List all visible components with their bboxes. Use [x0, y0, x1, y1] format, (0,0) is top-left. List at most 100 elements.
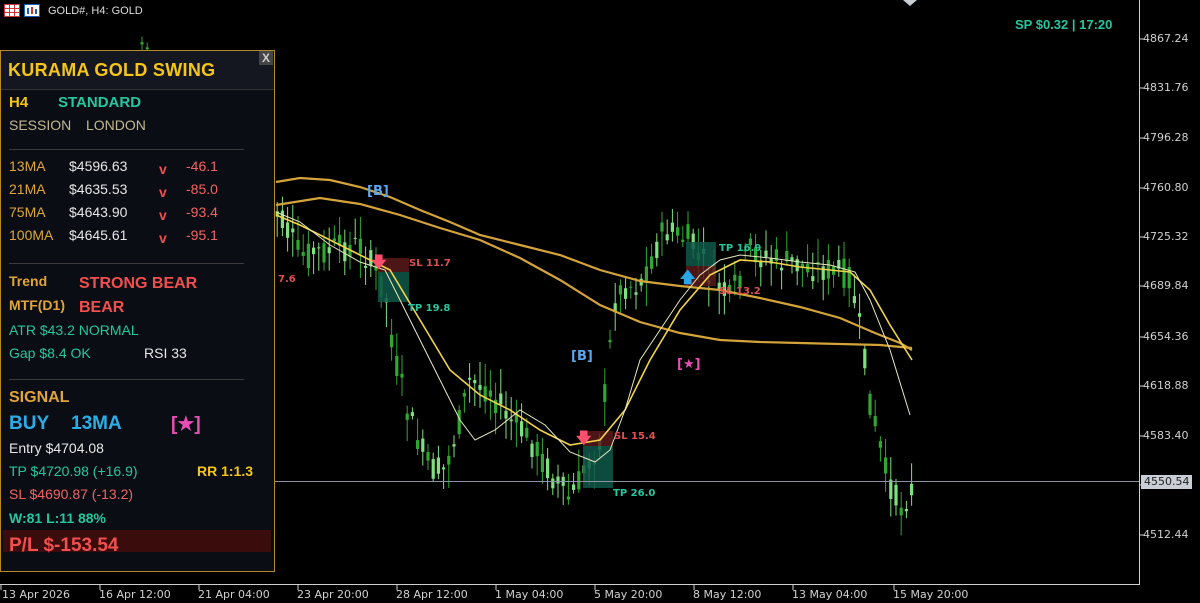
candle-body: [478, 384, 482, 390]
candle-body: [327, 247, 331, 254]
price-tick-label: 4867.24: [1143, 32, 1189, 45]
candle-body: [904, 509, 908, 512]
buy-marker-b1: [B]: [367, 184, 389, 199]
candle-body: [686, 224, 690, 239]
candle-body: [665, 234, 669, 241]
candle-body: [410, 412, 414, 417]
date-tick-label: 28 Apr 12:00: [396, 588, 468, 601]
rsi-value: RSI 33: [144, 345, 187, 361]
tp-label-3: TP 16.9: [719, 243, 762, 254]
candle-body: [681, 239, 685, 242]
ma-name: 13MA: [9, 158, 46, 174]
price-tick-label: 4654.36: [1143, 330, 1189, 343]
price-tick-label: 4760.80: [1143, 181, 1189, 194]
candle-body: [286, 222, 290, 238]
candle-body: [608, 339, 612, 343]
candle-body: [421, 438, 425, 452]
current-price-tag: 4550.54: [1141, 475, 1192, 489]
candle-body: [572, 484, 576, 490]
buy-arrow-up-icon: 🡅: [680, 269, 696, 286]
kurama-info-panel[interactable]: KURAMA GOLD SWING X H4 STANDARD SESSION …: [0, 50, 275, 572]
divider: [9, 263, 244, 264]
candle-body: [499, 393, 503, 405]
chart-shift-marker[interactable]: [903, 0, 917, 7]
candle-body: [899, 507, 903, 516]
chart-window-icon[interactable]: [24, 4, 40, 17]
candle-body: [504, 410, 508, 419]
date-tick-label: 23 Apr 20:00: [297, 588, 369, 601]
candle-body: [447, 455, 451, 465]
price-tick-label: 4618.88: [1143, 379, 1189, 392]
candle-body: [457, 409, 461, 435]
chart-title-bar: GOLD#, H4: GOLD: [4, 4, 143, 17]
candle-body: [650, 256, 654, 269]
ma-name: 21MA: [9, 181, 46, 197]
tp-label-2: TP 26.0: [613, 488, 656, 499]
candle-body: [358, 238, 362, 254]
sl-label-3: SL 13.2: [719, 286, 761, 297]
candle-body: [145, 47, 149, 50]
price-tick-label: 4583.40: [1143, 429, 1189, 442]
panel-header[interactable]: KURAMA GOLD SWING: [1, 51, 274, 90]
candle-body: [400, 373, 404, 378]
candle-body: [884, 457, 888, 474]
candle-body: [468, 377, 472, 380]
candle-body: [811, 276, 815, 282]
date-tick-label: 15 May 20:00: [893, 588, 969, 601]
gap-value: Gap $8.4 OK: [9, 345, 91, 361]
atr-value: ATR $43.2 NORMAL: [9, 322, 139, 338]
candle-body: [540, 454, 544, 473]
date-tick-label: 13 Apr 2026: [2, 588, 71, 601]
date-tick-label: 5 May 20:00: [594, 588, 663, 601]
ma-diff: -46.1: [186, 158, 218, 174]
candle-body: [577, 471, 581, 490]
mode-label: STANDARD: [58, 94, 142, 111]
candle-body: [889, 479, 893, 499]
close-button[interactable]: X: [259, 51, 273, 65]
entry-value: Entry $4704.08: [9, 440, 104, 456]
candle-body: [488, 390, 492, 397]
candle-body: [655, 241, 659, 259]
session-label: SESSION: [9, 117, 72, 133]
ma-dir: v: [159, 184, 167, 200]
signal-side: BUY: [9, 413, 50, 434]
candle-body: [525, 427, 529, 438]
candle-body: [322, 243, 326, 263]
date-tick-label: 21 Apr 04:00: [198, 588, 270, 601]
grid-icon[interactable]: [4, 4, 20, 17]
price-tick-label: 4796.28: [1143, 131, 1189, 144]
trade-zone: [686, 242, 716, 266]
candle-body: [551, 478, 555, 489]
candle-body: [894, 484, 898, 506]
mtf-label: MTF(D1): [9, 297, 65, 313]
ma-value: $4645.61: [69, 227, 128, 243]
candle-body: [878, 441, 882, 448]
signal-label: SIGNAL: [9, 389, 70, 406]
ma-name: 75MA: [9, 204, 46, 220]
buy-marker-b2: [B]: [571, 349, 593, 364]
candle-body: [790, 257, 794, 261]
divider: [9, 379, 244, 380]
candle-body: [140, 42, 144, 45]
ma-name: 100MA: [9, 227, 54, 243]
candle-body: [364, 265, 368, 268]
candle-body: [644, 266, 648, 283]
signal-ma: 13MA: [71, 413, 122, 434]
candle-body: [436, 457, 440, 474]
candle-body: [405, 413, 409, 420]
ma-dir: v: [159, 207, 167, 223]
candle-body: [296, 240, 300, 250]
candle-body: [670, 222, 674, 232]
date-tick-label: 8 May 12:00: [693, 588, 762, 601]
candle-body: [509, 419, 513, 422]
candle-body: [301, 252, 305, 256]
sl-label-1: SL 11.7: [409, 258, 451, 269]
ma-value: $4596.63: [69, 158, 128, 174]
candle-body: [618, 285, 622, 295]
divider: [9, 149, 244, 150]
pl-value: P/L $-153.54: [9, 535, 119, 556]
candle-body: [676, 227, 680, 236]
candle-body: [426, 451, 430, 461]
candle-body: [629, 286, 633, 288]
symbol-timeframe-label: GOLD#, H4: GOLD: [48, 4, 143, 17]
